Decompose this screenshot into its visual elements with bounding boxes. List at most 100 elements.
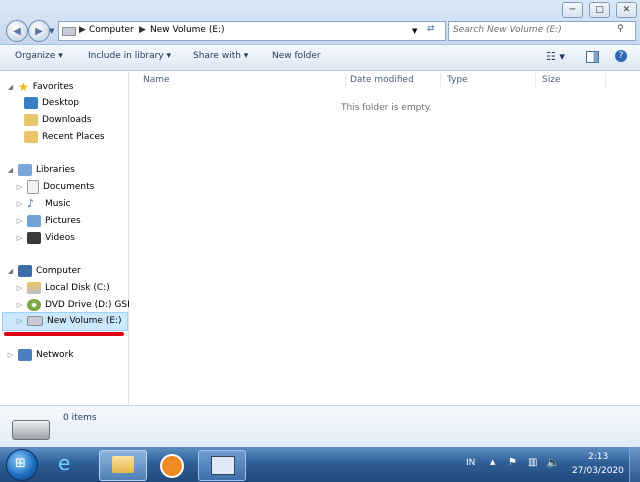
nav-label: Documents	[43, 181, 95, 192]
collapsed-arrow-icon[interactable]: ▷	[7, 351, 14, 359]
command-bar: Organize ▾ Include in library ▾ Share wi…	[0, 45, 640, 71]
collapsed-arrow-icon[interactable]: ▷	[16, 317, 23, 325]
language-indicator[interactable]: IN	[466, 458, 475, 468]
nav-videos[interactable]: ▷ Videos	[16, 230, 75, 245]
breadcrumb-new-volume[interactable]: New Volume (E:)	[150, 25, 225, 35]
view-options-icon[interactable]: ☷ ▾	[546, 50, 565, 63]
nav-pictures[interactable]: ▷ Pictures	[16, 213, 81, 228]
nav-label: New Volume (E:)	[47, 315, 122, 326]
minimize-button[interactable]: ─	[562, 2, 583, 18]
nav-label: Pictures	[45, 215, 81, 226]
maximize-button[interactable]: □	[589, 2, 610, 18]
column-divider[interactable]	[440, 73, 441, 89]
star-icon: ★	[18, 79, 29, 94]
nav-label: Desktop	[42, 97, 80, 108]
nav-label: Network	[36, 349, 74, 360]
breadcrumb-separator-icon: ▶	[79, 25, 86, 35]
videos-icon	[27, 231, 41, 244]
libraries-icon	[18, 163, 32, 176]
nav-label: DVD Drive (D:) GSP1	[45, 299, 139, 310]
nav-computer[interactable]: ◢ Computer	[7, 263, 81, 278]
file-list[interactable]: Name Date modified Type Size This folder…	[129, 71, 640, 405]
taskbar-control-panel-button[interactable]	[198, 450, 246, 481]
back-button[interactable]: ◀	[6, 20, 28, 42]
collapsed-arrow-icon[interactable]: ▷	[16, 200, 23, 208]
nav-label: Computer	[36, 265, 81, 276]
media-player-icon[interactable]	[160, 454, 184, 478]
recent-pages-dropdown-icon[interactable]: ▼	[49, 27, 54, 35]
expand-arrow-icon[interactable]: ◢	[7, 166, 14, 174]
column-header-date-modified[interactable]: Date modified	[350, 75, 414, 85]
drive-icon	[12, 420, 50, 440]
nav-documents[interactable]: ▷ Documents	[16, 179, 94, 194]
volume-icon[interactable]: 🔈	[546, 456, 560, 469]
drive-icon	[62, 27, 76, 36]
show-hidden-icons-icon[interactable]: ▲	[490, 458, 495, 466]
organize-menu[interactable]: Organize ▾	[15, 51, 63, 61]
collapsed-arrow-icon[interactable]: ▷	[16, 234, 23, 242]
network-tray-icon[interactable]: ▥	[528, 457, 537, 468]
nav-downloads[interactable]: Downloads	[24, 112, 91, 127]
preview-pane-icon[interactable]	[586, 51, 599, 63]
nav-label: Downloads	[42, 114, 92, 125]
include-in-library-menu[interactable]: Include in library ▾	[88, 51, 171, 61]
start-button[interactable]: ⊞	[6, 449, 38, 481]
breadcrumb-separator-icon: ▶	[139, 25, 146, 35]
internet-explorer-icon[interactable]: e	[58, 451, 70, 475]
column-header-name[interactable]: Name	[143, 75, 170, 85]
nav-favorites[interactable]: ◢ ★ Favorites	[7, 79, 74, 94]
clock-date[interactable]: 27/03/2020	[572, 466, 624, 476]
nav-label: Favorites	[32, 81, 74, 92]
recent-places-icon	[24, 130, 38, 143]
show-desktop-button[interactable]	[629, 447, 640, 482]
share-with-menu[interactable]: Share with ▾	[193, 51, 248, 61]
forward-button[interactable]: ▶	[28, 20, 50, 42]
collapsed-arrow-icon[interactable]: ▷	[16, 301, 23, 309]
address-dropdown-icon[interactable]: ▼	[412, 27, 417, 35]
windows-logo-icon: ⊞	[15, 456, 26, 471]
column-divider[interactable]	[345, 73, 346, 89]
red-underline-annotation	[4, 332, 124, 336]
title-bar: ─ □ ✕ ◀ ▶ ▼ ▶ Computer ▶ New Volume (E:)…	[0, 0, 640, 45]
folder-icon	[112, 456, 134, 473]
nav-recent-places[interactable]: Recent Places	[24, 129, 105, 144]
nav-network[interactable]: ▷ Network	[7, 347, 74, 362]
nav-new-volume[interactable]: ▷ New Volume (E:)	[16, 313, 122, 328]
nav-libraries[interactable]: ◢ Libraries	[7, 162, 75, 177]
local-disk-icon	[27, 281, 41, 294]
drive-icon	[27, 315, 43, 326]
collapsed-arrow-icon[interactable]: ▷	[16, 217, 23, 225]
expand-arrow-icon[interactable]: ◢	[7, 83, 14, 91]
dvd-icon	[27, 298, 41, 311]
search-box[interactable]: Search New Volume (E:) ⚲	[448, 21, 636, 41]
navigation-pane: ◢ ★ Favorites Desktop Downloads Recent P…	[0, 71, 138, 405]
nav-label: Videos	[45, 232, 75, 243]
search-placeholder: Search New Volume (E:)	[453, 25, 562, 35]
expand-arrow-icon[interactable]: ◢	[7, 267, 14, 275]
refresh-icon[interactable]: ⇄	[427, 24, 435, 34]
nav-local-disk[interactable]: ▷ Local Disk (C:)	[16, 280, 110, 295]
taskbar: ⊞ e IN ▲ ⚑ ▥ 🔈 2:13 27/03/2020	[0, 447, 640, 482]
nav-music[interactable]: ▷ ♪ Music	[16, 196, 71, 211]
action-center-flag-icon[interactable]: ⚑	[508, 457, 517, 468]
music-icon: ♪	[27, 197, 35, 210]
taskbar-explorer-button[interactable]	[99, 450, 147, 481]
column-header-size[interactable]: Size	[542, 75, 560, 85]
nav-desktop[interactable]: Desktop	[24, 95, 79, 110]
clock-time[interactable]: 2:13	[588, 452, 608, 462]
collapsed-arrow-icon[interactable]: ▷	[16, 284, 23, 292]
help-icon[interactable]: ?	[615, 50, 627, 62]
column-divider[interactable]	[605, 73, 606, 89]
nav-label: Music	[45, 198, 71, 209]
breadcrumb-computer[interactable]: Computer	[89, 25, 134, 35]
address-bar[interactable]: ▶ Computer ▶ New Volume (E:) ▼ ⇄	[58, 21, 446, 41]
search-icon[interactable]: ⚲	[617, 24, 624, 34]
nav-label: Local Disk (C:)	[45, 282, 110, 293]
column-divider[interactable]	[535, 73, 536, 89]
item-count: 0 items	[63, 413, 97, 423]
nav-dvd-drive[interactable]: ▷ DVD Drive (D:) GSP1	[16, 297, 138, 312]
new-folder-button[interactable]: New folder	[272, 51, 321, 61]
collapsed-arrow-icon[interactable]: ▷	[16, 183, 23, 191]
column-header-type[interactable]: Type	[447, 75, 468, 85]
close-button[interactable]: ✕	[616, 2, 637, 18]
